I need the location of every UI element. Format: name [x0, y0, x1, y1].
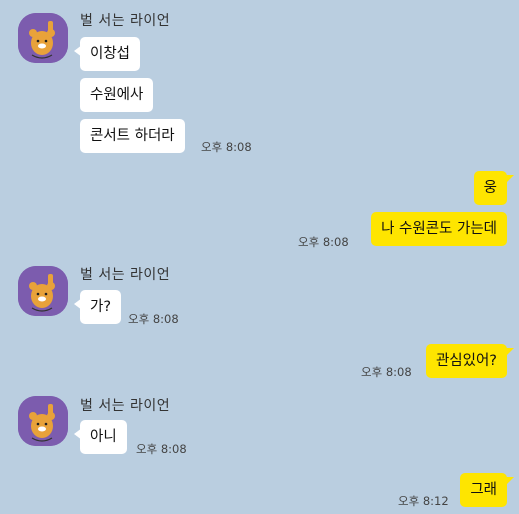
message-time: 오후 8:08 — [298, 235, 349, 249]
outgoing-message[interactable]: 웅 — [473, 171, 514, 205]
incoming-message[interactable]: 수원에사 — [80, 78, 154, 112]
message-time: 오후 8:08 — [136, 442, 187, 456]
message-text: 나 수원콘도 가는데 — [381, 221, 497, 237]
sender-avatar[interactable] — [18, 266, 68, 316]
message-text: 그래 — [470, 482, 497, 498]
message-time: 오후 8:08 — [361, 365, 412, 379]
bubble-tail — [74, 298, 82, 310]
ryan-character-icon — [18, 13, 68, 63]
message-text: 콘서트 하더라 — [90, 128, 175, 144]
sender-name: 벌 서는 라이언 — [80, 267, 171, 283]
outgoing-message[interactable]: 관심있어? — [425, 344, 514, 378]
message-time: 오후 8:08 — [201, 140, 252, 154]
bubble-tail — [505, 175, 514, 184]
incoming-message[interactable]: 콘서트 하더라 — [80, 119, 185, 153]
message-time: 오후 8:12 — [398, 494, 449, 508]
message-text: 수원에사 — [90, 87, 144, 103]
ryan-character-icon — [18, 396, 68, 446]
outgoing-message[interactable]: 그래 — [460, 473, 514, 507]
bubble-tail — [74, 428, 82, 440]
message-time: 오후 8:08 — [128, 312, 179, 326]
chat-room: 벌 서는 라이언 이창섭 수원에사 콘서트 하더라 오후 8:08 웅 나 수원… — [0, 0, 519, 514]
bubble-tail — [74, 45, 82, 57]
sender-avatar[interactable] — [18, 396, 68, 446]
message-text: 관심있어? — [435, 353, 497, 369]
message-text: 웅 — [483, 180, 497, 196]
incoming-message[interactable]: 아니 — [74, 420, 127, 454]
message-text: 아니 — [90, 429, 117, 445]
sender-name: 벌 서는 라이언 — [80, 398, 171, 414]
message-text: 이창섭 — [90, 46, 131, 62]
ryan-character-icon — [18, 266, 68, 316]
incoming-message[interactable]: 가? — [74, 290, 122, 324]
message-text: 가? — [90, 299, 112, 315]
incoming-message[interactable]: 이창섭 — [74, 37, 141, 71]
bubble-tail — [505, 477, 514, 486]
sender-avatar[interactable] — [18, 13, 68, 63]
sender-name: 벌 서는 라이언 — [80, 13, 171, 29]
bubble-tail — [505, 348, 514, 357]
outgoing-message[interactable]: 나 수원콘도 가는데 — [371, 212, 507, 246]
